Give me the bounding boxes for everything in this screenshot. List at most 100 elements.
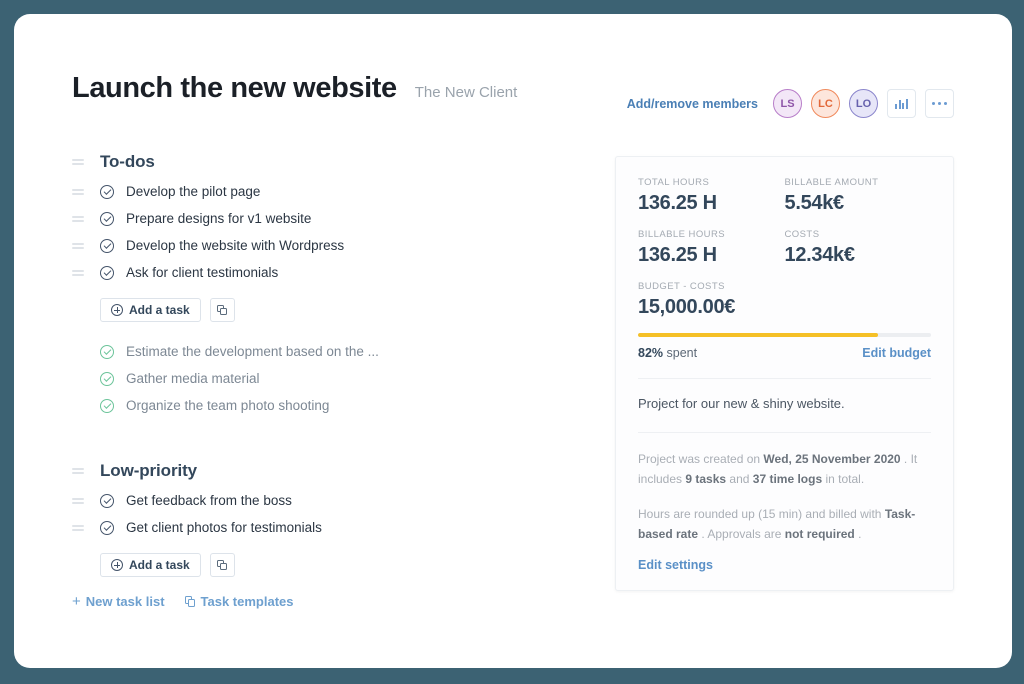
- stat-label: BILLABLE HOURS: [638, 229, 785, 240]
- task-row[interactable]: Get client photos for testimonials: [72, 514, 552, 541]
- project-meta-creation: Project was created on Wed, 25 November …: [638, 449, 931, 490]
- avatar[interactable]: LC: [811, 89, 840, 118]
- task-list: To-dos Develop the pilot page Prepare de…: [72, 146, 552, 419]
- edit-budget-link[interactable]: Edit budget: [862, 346, 931, 360]
- meta-text: in total.: [822, 472, 864, 486]
- completed-task-row[interactable]: Estimate the development based on the ..…: [72, 338, 552, 365]
- budget-progress-track: [638, 333, 931, 337]
- task-templates-label: Task templates: [201, 594, 294, 609]
- divider: [638, 432, 931, 433]
- task-checkbox-checked[interactable]: [100, 372, 114, 386]
- drag-handle-icon[interactable]: [72, 523, 84, 532]
- task-label: Estimate the development based on the ..…: [126, 344, 379, 359]
- add-task-button[interactable]: Add a task: [100, 298, 201, 322]
- task-list-header: To-dos: [72, 146, 552, 178]
- new-task-list-label: New task list: [86, 594, 165, 609]
- task-list-title: Low-priority: [100, 461, 197, 481]
- copy-icon: [185, 596, 196, 607]
- drag-handle-icon[interactable]: [72, 187, 84, 196]
- divider: [638, 378, 931, 379]
- plus-circle-icon: [111, 559, 123, 571]
- stat-value: 136.25 H: [638, 192, 785, 215]
- add-task-button[interactable]: Add a task: [100, 553, 201, 577]
- task-list-header: Low-priority: [72, 455, 552, 487]
- copy-icon: [217, 560, 228, 571]
- task-list: Low-priority Get feedback from the boss …: [72, 455, 552, 577]
- meta-text: . Approvals are: [698, 527, 785, 541]
- more-options-icon: [932, 102, 948, 106]
- duplicate-task-list-button[interactable]: [210, 553, 235, 577]
- task-row[interactable]: Develop the website with Wordpress: [72, 232, 552, 259]
- avatar[interactable]: LS: [773, 89, 802, 118]
- app-frame: Launch the new website The New Client Ad…: [0, 0, 1024, 684]
- meta-text: Project was created on: [638, 452, 763, 466]
- task-templates-button[interactable]: Task templates: [185, 594, 294, 609]
- task-checkbox[interactable]: [100, 266, 114, 280]
- task-checkbox[interactable]: [100, 212, 114, 226]
- add-task-label: Add a task: [129, 303, 190, 317]
- completed-task-row[interactable]: Gather media material: [72, 365, 552, 392]
- avatar-initials: LO: [856, 98, 871, 110]
- add-remove-members-link[interactable]: Add/remove members: [627, 97, 758, 111]
- meta-date: Wed, 25 November 2020: [763, 452, 900, 466]
- bar-chart-icon: [895, 99, 908, 109]
- project-meta-settings: Hours are rounded up (15 min) and billed…: [638, 504, 931, 545]
- avatar-initials: LC: [818, 98, 833, 110]
- task-lists-column: To-dos Develop the pilot page Prepare de…: [72, 146, 552, 587]
- project-stats-card: TOTAL HOURS 136.25 H BILLABLE AMOUNT 5.5…: [615, 156, 954, 591]
- duplicate-task-list-button[interactable]: [210, 298, 235, 322]
- page-content: Launch the new website The New Client Ad…: [14, 14, 1012, 668]
- budget-footer: 82% spent Edit budget: [638, 346, 931, 360]
- header-actions: Add/remove members LS LC LO: [627, 89, 954, 118]
- task-row[interactable]: Get feedback from the boss: [72, 487, 552, 514]
- plus-icon: +: [72, 594, 81, 609]
- task-checkbox[interactable]: [100, 185, 114, 199]
- stat-label: COSTS: [785, 229, 932, 240]
- budget-value: 15,000.00€: [638, 296, 931, 319]
- meta-text: and: [726, 472, 753, 486]
- task-label: Ask for client testimonials: [126, 265, 278, 280]
- completed-task-row[interactable]: Organize the team photo shooting: [72, 392, 552, 419]
- new-task-list-button[interactable]: + New task list: [72, 594, 165, 609]
- budget-block: BUDGET - COSTS 15,000.00€ 82% spent Edit…: [638, 281, 931, 360]
- task-label: Prepare designs for v1 website: [126, 211, 311, 226]
- meta-task-count: 9 tasks: [685, 472, 726, 486]
- meta-text: Hours are rounded up (15 min) and billed…: [638, 507, 885, 521]
- project-description: Project for our new & shiny website.: [638, 395, 931, 414]
- task-row[interactable]: Ask for client testimonials: [72, 259, 552, 286]
- edit-settings-link[interactable]: Edit settings: [638, 558, 931, 572]
- meta-approvals: not required: [785, 527, 855, 541]
- task-checkbox-checked[interactable]: [100, 345, 114, 359]
- client-name: The New Client: [415, 84, 518, 101]
- drag-handle-icon[interactable]: [72, 467, 84, 476]
- stat-billable-amount: BILLABLE AMOUNT 5.54k€: [785, 177, 932, 215]
- drag-handle-icon[interactable]: [72, 158, 84, 167]
- drag-handle-icon[interactable]: [72, 496, 84, 505]
- budget-spent-label: spent: [667, 346, 698, 360]
- task-checkbox[interactable]: [100, 239, 114, 253]
- avatar[interactable]: LO: [849, 89, 878, 118]
- stat-total-hours: TOTAL HOURS 136.25 H: [638, 177, 785, 215]
- task-checkbox[interactable]: [100, 521, 114, 535]
- drag-handle-icon[interactable]: [72, 214, 84, 223]
- task-label: Organize the team photo shooting: [126, 398, 329, 413]
- report-button[interactable]: [887, 89, 916, 118]
- budget-spent-text: 82% spent: [638, 346, 697, 360]
- task-label: Develop the pilot page: [126, 184, 260, 199]
- drag-handle-icon[interactable]: [72, 268, 84, 277]
- task-row[interactable]: Develop the pilot page: [72, 178, 552, 205]
- add-task-label: Add a task: [129, 558, 190, 572]
- task-checkbox[interactable]: [100, 494, 114, 508]
- task-checkbox-checked[interactable]: [100, 399, 114, 413]
- footer-links: + New task list Task templates: [72, 594, 294, 609]
- task-row[interactable]: Prepare designs for v1 website: [72, 205, 552, 232]
- stat-value: 12.34k€: [785, 244, 932, 267]
- stat-value: 136.25 H: [638, 244, 785, 267]
- app-window: Launch the new website The New Client Ad…: [14, 14, 1012, 668]
- task-list-actions: Add a task: [100, 298, 552, 322]
- page-title: Launch the new website: [72, 72, 397, 105]
- drag-handle-icon[interactable]: [72, 241, 84, 250]
- more-options-button[interactable]: [925, 89, 954, 118]
- task-label: Develop the website with Wordpress: [126, 238, 344, 253]
- avatar-initials: LS: [780, 98, 794, 110]
